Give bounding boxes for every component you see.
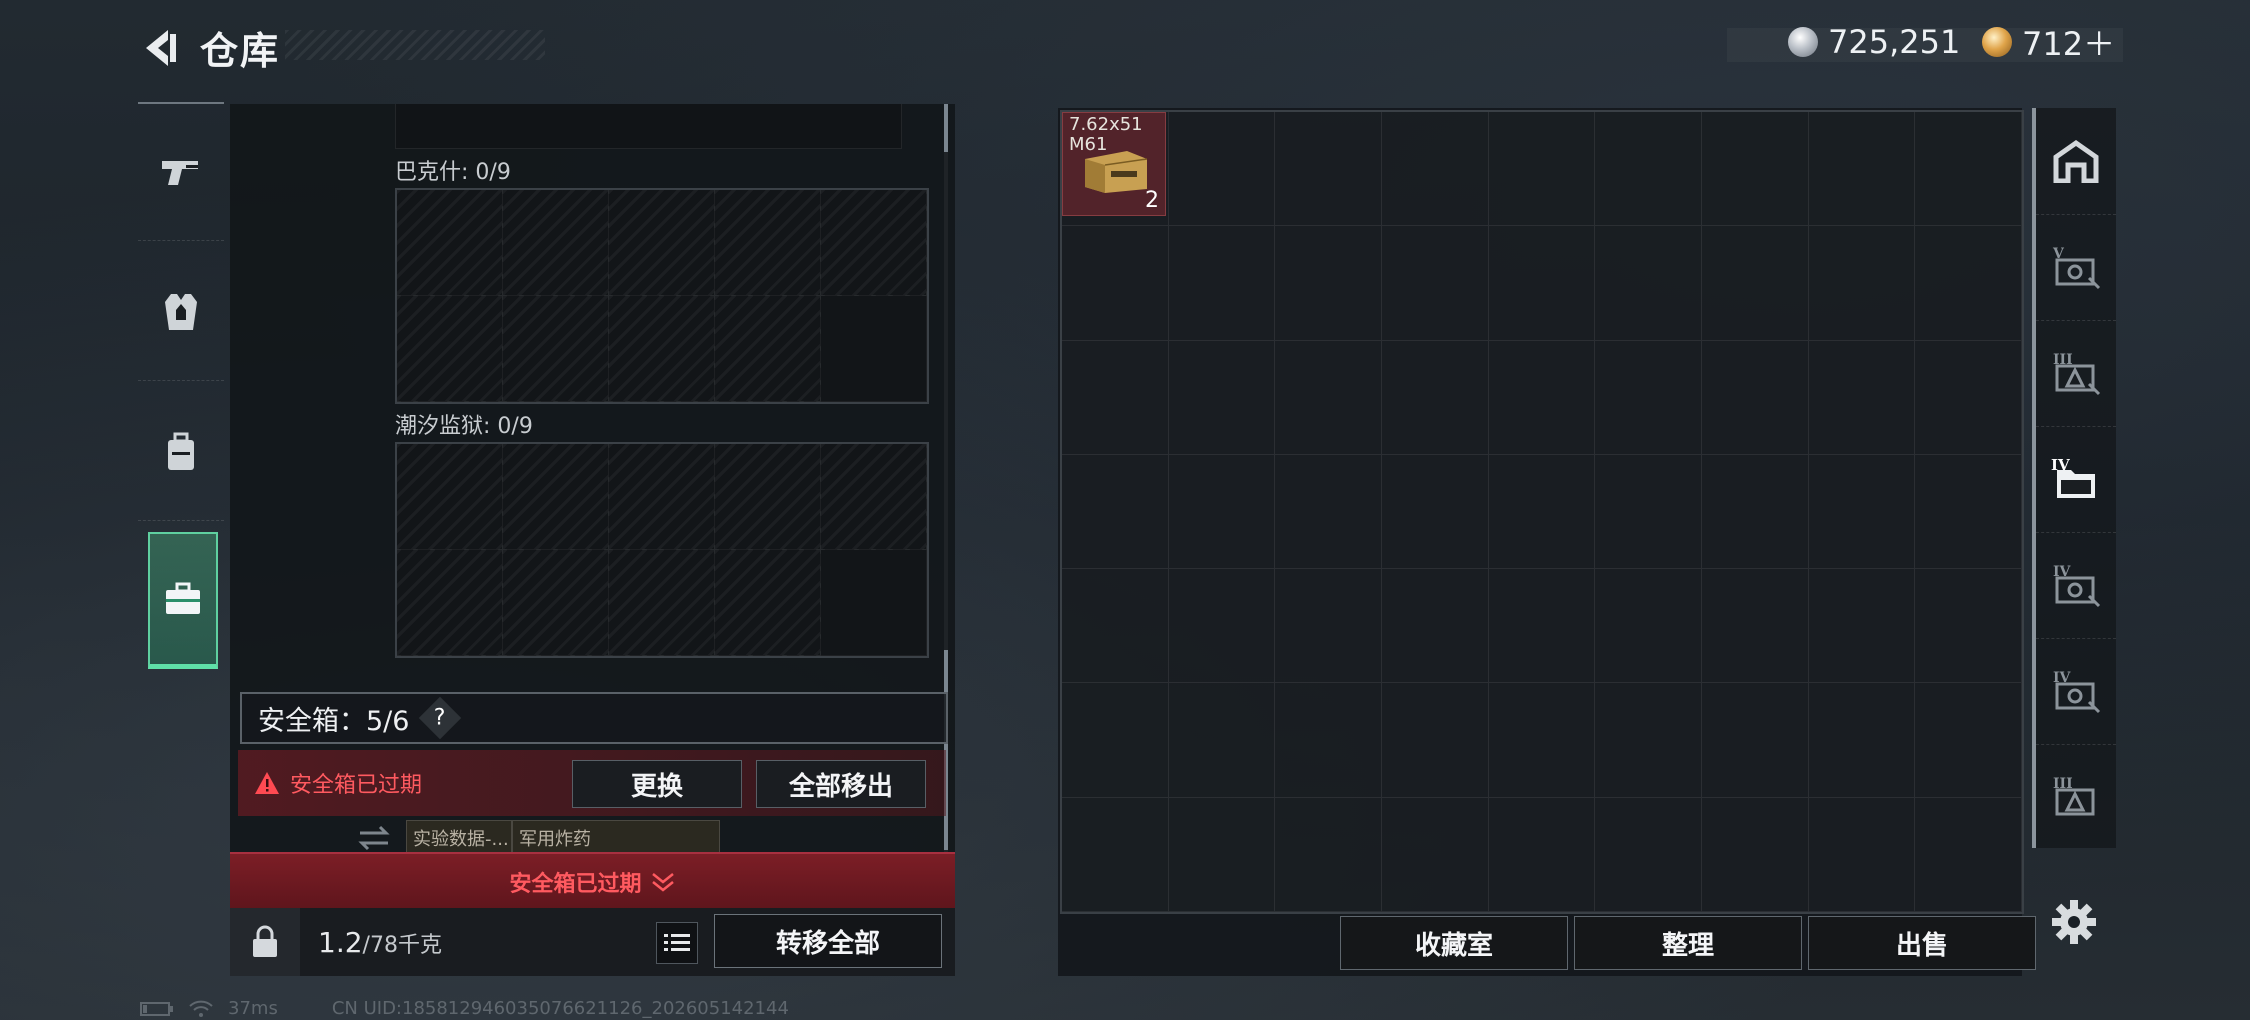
svg-text:V: V	[2052, 246, 2065, 262]
svg-text:IV: IV	[2053, 670, 2072, 686]
safebox-header: 安全箱：5/6 ?	[240, 692, 948, 744]
scrollbar-thumb-top[interactable]	[944, 104, 948, 152]
stash-tab-iii-icon: III	[2053, 352, 2101, 396]
svg-text:IV: IV	[2051, 456, 2070, 474]
container-grid-tidal-prison[interactable]	[395, 442, 929, 658]
replace-button[interactable]: 更换	[572, 760, 742, 808]
safebox-expired-text: 安全箱已过期	[290, 773, 423, 798]
stash-tab-v[interactable]: V	[2036, 214, 2116, 321]
currency-silver[interactable]: 725,251	[1788, 22, 1960, 62]
stash-home-icon	[2053, 139, 2099, 183]
silver-coin-icon	[1788, 27, 1818, 57]
category-sidebar	[138, 102, 224, 674]
sell-button[interactable]: 出售	[1808, 916, 2036, 970]
sort-button[interactable]: 整理	[1574, 916, 1802, 970]
weight-value: 1.2	[318, 925, 363, 959]
category-weapons[interactable]	[138, 104, 224, 241]
carry-weight: 1.2/78千克	[318, 926, 442, 959]
warehouse-screen: 仓库 725,251 712＋ 巴克什: 0/9 潮汐监狱: 0/9 安全箱：5…	[0, 0, 2250, 1020]
stash-item-name: 7.62x51 M61	[1069, 114, 1143, 155]
container-label-tidal-prison: 潮汐监狱: 0/9	[395, 414, 533, 439]
status-line: 37ms CN UID:185812946035076621126_202605…	[140, 998, 789, 1019]
loadout-bottom-bar: 1.2/78千克 转移全部	[230, 908, 955, 976]
svg-text:III: III	[2053, 352, 2073, 368]
stash-tab-iv-active-icon: IV	[2051, 456, 2095, 498]
stash-tab-sidebar: V III IV IV IV III	[2032, 108, 2116, 848]
safebox-item-research-data[interactable]: 实验数据-...	[406, 820, 512, 856]
gold-coin-icon	[1982, 27, 2012, 57]
title-stripe-decoration	[285, 30, 545, 60]
settings-gear-icon[interactable]	[2050, 898, 2098, 946]
currency-gold[interactable]: 712＋	[1982, 22, 2116, 63]
backpack-icon	[168, 432, 194, 470]
category-armor[interactable]	[138, 244, 224, 381]
stash-item-ammo[interactable]: 7.62x51 M61 2	[1062, 112, 1166, 216]
help-icon[interactable]: ?	[419, 696, 462, 740]
stash-tab-iii-b[interactable]: III	[2036, 744, 2116, 850]
stash-tab-iv-icon: IV	[2053, 564, 2101, 608]
stash-tab-iv-active[interactable]: IV	[2036, 426, 2116, 533]
silver-amount: 725,251	[1828, 23, 1961, 61]
warning-icon	[255, 772, 279, 794]
stash-tab-iv[interactable]: IV	[2036, 532, 2116, 639]
stash-tab-iv-b-icon: IV	[2053, 670, 2101, 714]
gold-amount: 712＋	[2022, 25, 2116, 63]
ping-text: 37ms	[228, 998, 278, 1019]
swap-arrows-icon[interactable]	[354, 824, 394, 852]
uid-text: CN UID:185812946035076621126_20260514214…	[331, 998, 789, 1019]
safebox-item-military-explosive[interactable]: 军用炸药	[512, 820, 720, 856]
container-label-bakshi: 巴克什: 0/9	[395, 160, 511, 185]
weight-lock[interactable]	[230, 908, 300, 976]
category-safebox[interactable]	[148, 532, 218, 669]
page-title: 仓库	[200, 29, 281, 73]
svg-text:III: III	[2053, 776, 2073, 792]
loadout-panel: 巴克什: 0/9 潮汐监狱: 0/9 安全箱：5/6 ? 安全箱已过期 更换 全…	[230, 104, 955, 976]
move-all-out-button[interactable]: 全部移出	[756, 760, 926, 808]
weight-lock-icon	[253, 925, 277, 957]
previous-container-grid	[395, 104, 902, 149]
back-arrow-icon[interactable]	[138, 26, 182, 70]
list-icon	[664, 934, 690, 951]
category-backpack[interactable]	[138, 384, 224, 521]
stash-grid[interactable]	[1060, 110, 2024, 914]
expired-banner-text: 安全箱已过期	[509, 872, 642, 897]
stash-item-count: 2	[1145, 188, 1159, 213]
stash-tab-iv-b[interactable]: IV	[2036, 638, 2116, 745]
armor-vest-icon	[165, 294, 197, 330]
collection-room-button[interactable]: 收藏室	[1340, 916, 1568, 970]
weight-capacity: /78千克	[362, 932, 442, 958]
svg-text:IV: IV	[2053, 564, 2072, 580]
battery-icon	[140, 1001, 173, 1016]
container-grid-bakshi[interactable]	[395, 188, 929, 404]
list-view-button[interactable]	[656, 922, 698, 964]
double-chevron-down-icon	[651, 873, 674, 892]
stash-tab-iii-b-icon: III	[2053, 776, 2095, 816]
transfer-all-button[interactable]: 转移全部	[714, 914, 942, 968]
wifi-icon	[189, 1000, 213, 1017]
stash-tab-iii[interactable]: III	[2036, 320, 2116, 427]
briefcase-icon	[166, 582, 200, 614]
safebox-expired-banner[interactable]: 安全箱已过期	[230, 852, 955, 910]
safebox-capacity: 安全箱：5/6	[258, 705, 410, 737]
safebox-items-row: 实验数据-... 军用炸药	[238, 816, 946, 856]
stash-panel: 7.62x51 M61 2 收藏室 整理 出售	[1058, 108, 2036, 976]
pistol-icon	[162, 161, 198, 185]
stash-tab-v-icon: V	[2052, 246, 2101, 290]
stash-tab-home[interactable]	[2036, 108, 2116, 215]
